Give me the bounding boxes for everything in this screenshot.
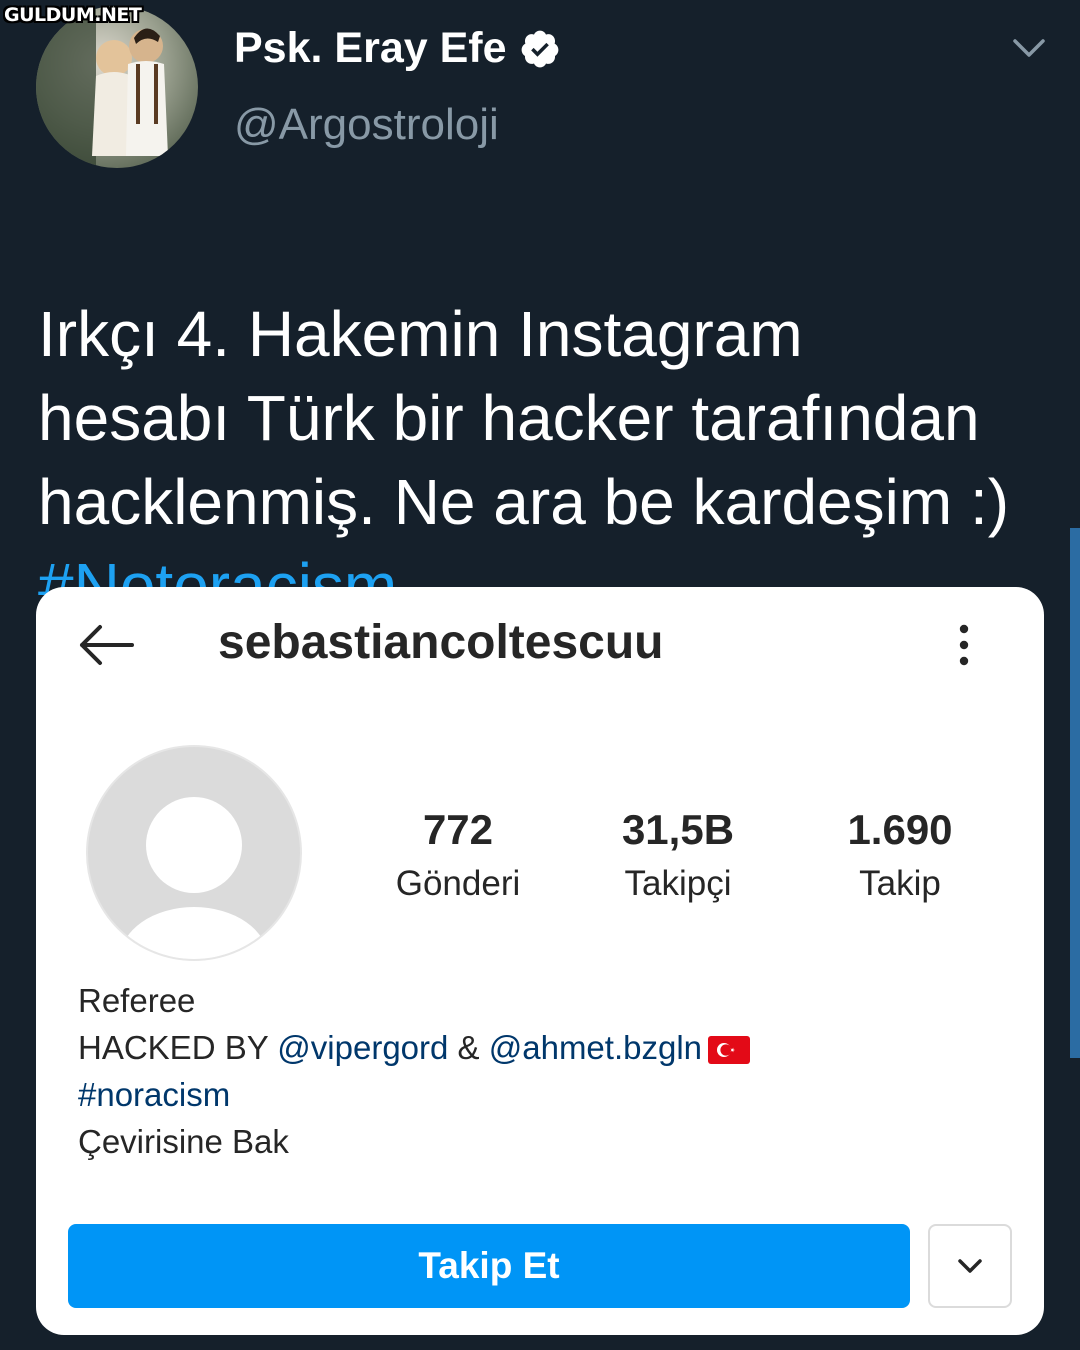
profile-bio: Referee HACKED BY @vipergord & @ahmet.bz… xyxy=(78,977,978,1165)
author-display-name[interactable]: Psk. Eray Efe xyxy=(234,24,561,73)
bio-hacked-prefix: HACKED BY xyxy=(78,1029,278,1066)
avatar-photo xyxy=(36,6,168,168)
author-name-text: Psk. Eray Efe xyxy=(234,24,507,72)
back-arrow-icon[interactable] xyxy=(76,621,136,669)
instagram-username: sebastiancoltescuu xyxy=(218,616,664,669)
stat-label: Gönderi xyxy=(395,864,521,903)
stat-value: 1.690 xyxy=(847,806,953,853)
bio-ampersand: & xyxy=(448,1029,489,1066)
embedded-instagram-screenshot[interactable]: sebastiancoltescuu 772 Gönderi 31,5B Tak… xyxy=(36,587,1044,1335)
bio-hashtag-link[interactable]: #noracism xyxy=(78,1071,978,1118)
stat-value: 772 xyxy=(422,806,494,853)
tweet-text: Irkçı 4. Hakemin Instagram hesabı Türk b… xyxy=(38,298,1010,538)
see-translation-link[interactable]: Çevirisine Bak xyxy=(78,1118,978,1165)
stat-followers[interactable]: 31,5B Takipçi xyxy=(578,805,778,909)
bio-line-hacked: HACKED BY @vipergord & @ahmet.bzgln xyxy=(78,1024,978,1071)
verified-badge-icon xyxy=(521,30,558,67)
follow-button[interactable]: Takip Et xyxy=(68,1224,910,1308)
scrollbar-thumb[interactable] xyxy=(1070,528,1080,1058)
stat-following[interactable]: 1.690 Takip xyxy=(800,805,1000,909)
author-handle[interactable]: @Argostroloji xyxy=(234,100,499,150)
stat-label: Takip xyxy=(859,864,941,903)
suggested-accounts-button[interactable] xyxy=(928,1224,1012,1308)
watermark-logo: GULDUM.NET xyxy=(4,4,142,26)
chevron-down-icon[interactable] xyxy=(1012,36,1046,60)
chevron-down-icon xyxy=(958,1259,982,1273)
author-avatar[interactable] xyxy=(36,6,198,168)
bio-line-title: Referee xyxy=(78,982,196,1019)
bio-mention-link[interactable]: @ahmet.bzgln xyxy=(489,1029,702,1066)
more-options-icon[interactable] xyxy=(954,623,974,667)
stat-value: 31,5B xyxy=(621,806,735,853)
bio-mention-link[interactable]: @vipergord xyxy=(277,1029,448,1066)
profile-stats: 772 Gönderi 31,5B Takipçi 1.690 Takip xyxy=(36,805,1044,915)
stat-label: Takipçi xyxy=(624,864,732,903)
turkey-flag-icon xyxy=(708,1036,751,1064)
stat-posts[interactable]: 772 Gönderi xyxy=(358,805,558,909)
